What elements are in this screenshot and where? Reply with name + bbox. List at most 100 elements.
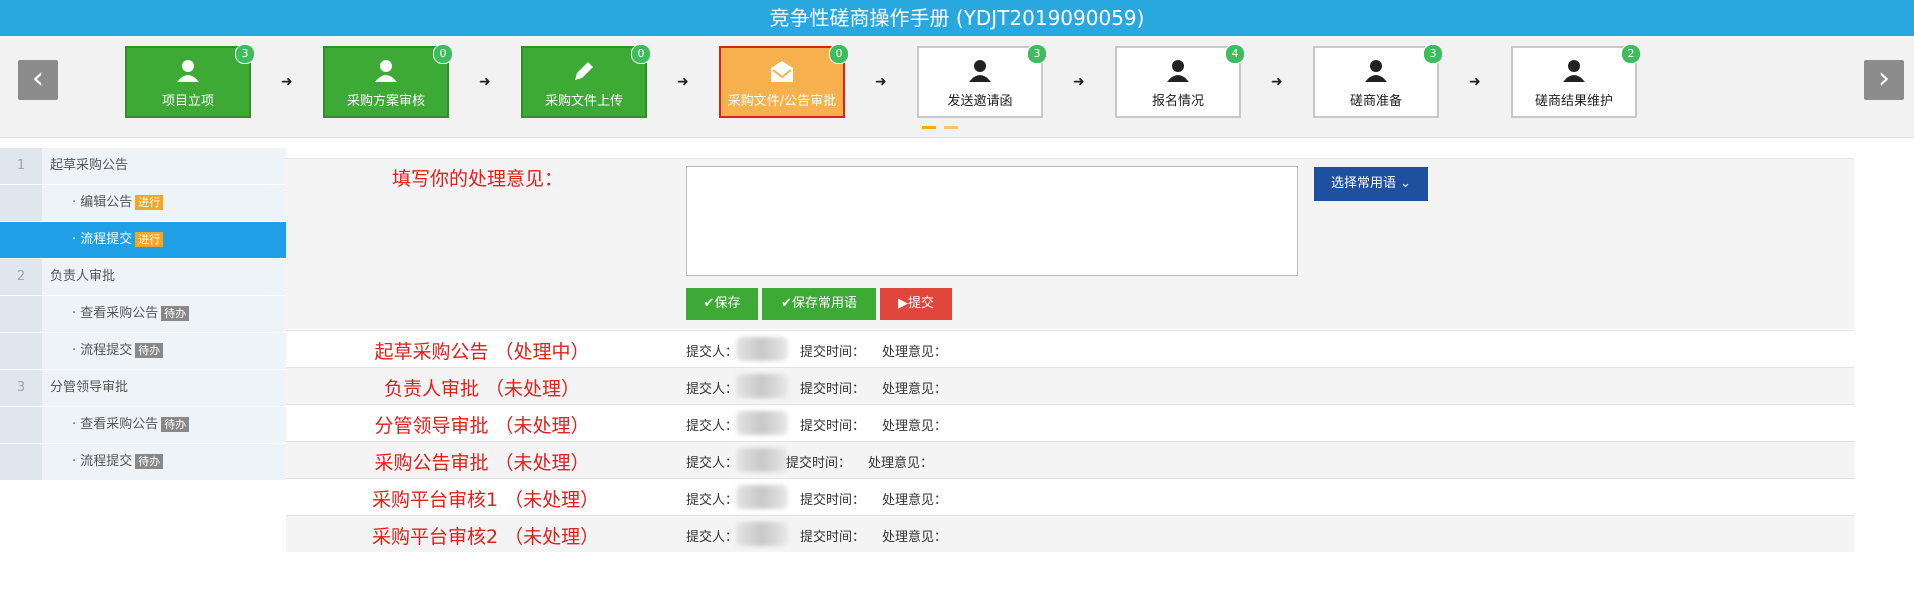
step-3[interactable]: 采购文件上传 0 — [521, 44, 651, 118]
sidebar-label: · 查看采购公告 — [72, 417, 159, 432]
step-label: 采购文件上传 — [544, 94, 623, 109]
step-arrow-icon: ➜ — [479, 74, 491, 90]
redacted-name — [736, 411, 788, 435]
sidebar-number — [0, 185, 42, 221]
step-4[interactable]: 采购文件/公告审批 0 — [719, 44, 849, 118]
record-row: 采购平台审核2 （未处理） 提交人： 提交时间： 处理意见： — [286, 515, 1854, 552]
sidebar-section[interactable]: 3 分管领导审批 — [0, 370, 286, 407]
sidebar-label: 起草采购公告 — [50, 158, 129, 173]
step-count-badge: 3 — [1027, 44, 1047, 64]
submitter-label: 提交人： — [686, 382, 739, 397]
sidebar-label: · 查看采购公告 — [72, 306, 159, 321]
save-button[interactable]: ✔保存 — [686, 288, 758, 320]
record-title: 采购平台审核2 （未处理） — [372, 526, 600, 548]
sidebar-number — [0, 407, 42, 443]
user-icon — [1165, 58, 1191, 84]
step-2[interactable]: 采购方案审核 0 — [323, 44, 453, 118]
step-count-badge: 4 — [1225, 44, 1245, 64]
redacted-name — [736, 448, 788, 472]
step-5[interactable]: 发送邀请函 3 — [917, 44, 1047, 118]
user-icon — [1561, 58, 1587, 84]
save-label: 保存 — [714, 296, 741, 311]
submitter-label: 提交人： — [686, 419, 739, 434]
sidebar-section[interactable]: 2 负责人审批 — [0, 259, 286, 296]
step-label: 采购文件/公告审批 — [727, 94, 837, 109]
submit-time-label: 提交时间： — [800, 382, 866, 397]
sidebar-number — [0, 444, 42, 480]
step-8[interactable]: 磋商结果维护 2 — [1511, 44, 1641, 118]
step-label: 报名情况 — [1151, 94, 1204, 109]
page-title: 竞争性磋商操作手册 (YDJT2019090059) — [0, 0, 1914, 36]
submit-button[interactable]: ▶提交 — [880, 288, 952, 320]
record-row: 采购公告审批 （未处理） 提交人： 提交时间： 处理意见： — [286, 441, 1854, 478]
user-icon — [1363, 58, 1389, 84]
sidebar-item[interactable]: · 查看采购公告 待办 — [0, 407, 286, 444]
redacted-name — [736, 374, 788, 398]
check-icon: ✔ — [781, 296, 792, 311]
pager-dot-active[interactable] — [922, 126, 936, 129]
step-count-badge: 0 — [829, 44, 849, 64]
status-badge: 待办 — [135, 454, 164, 469]
user-icon — [175, 58, 201, 84]
select-phrase-button[interactable]: 选择常用语 ⌄ — [1314, 167, 1428, 201]
status-badge: 进行 — [135, 232, 164, 247]
sidebar-number — [0, 296, 42, 332]
submitter-label: 提交人： — [686, 456, 739, 471]
sidebar-label: · 流程提交 — [72, 454, 133, 469]
step-arrow-icon: ➜ — [1073, 74, 1085, 90]
play-icon: ▶ — [897, 296, 908, 311]
sidebar-section[interactable]: 1 起草采购公告 — [0, 148, 286, 185]
sidebar-item[interactable]: · 流程提交 待办 — [0, 444, 286, 481]
submit-time-label: 提交时间： — [800, 530, 866, 545]
sidebar-number — [0, 333, 42, 369]
chevron-down-icon: ⌄ — [1400, 176, 1412, 191]
record-title: 采购公告审批 （未处理） — [374, 452, 590, 474]
step-count-badge: 0 — [631, 44, 651, 64]
sidebar-label: 负责人审批 — [50, 269, 116, 284]
redacted-name — [736, 337, 788, 361]
step-1[interactable]: 项目立项 3 — [125, 44, 255, 118]
record-title: 采购平台审核1 （未处理） — [372, 489, 600, 511]
pager-dot[interactable] — [944, 126, 958, 129]
redacted-name — [736, 485, 788, 509]
record-row: 采购平台审核1 （未处理） 提交人： 提交时间： 处理意见： — [286, 478, 1854, 515]
step-7[interactable]: 磋商准备 3 — [1313, 44, 1443, 118]
select-phrase-label: 选择常用语 — [1330, 176, 1396, 191]
step-arrow-icon: ➜ — [875, 74, 887, 90]
opinion-field-label: 处理意见： — [882, 419, 948, 434]
sidebar-item[interactable]: · 编辑公告 进行 — [0, 185, 286, 222]
next-arrow-button[interactable]: › — [1864, 60, 1904, 100]
user-icon — [967, 58, 993, 84]
check-icon: ✔ — [703, 296, 715, 311]
step-6[interactable]: 报名情况 4 — [1115, 44, 1245, 118]
user-icon — [373, 58, 399, 84]
sidebar-label: · 流程提交 — [72, 232, 133, 247]
opinion-label: 填写你的处理意见： — [392, 168, 564, 190]
status-badge: 待办 — [135, 343, 164, 358]
record-row: 起草采购公告 （处理中） 提交人： 提交时间： 处理意见： — [286, 330, 1854, 367]
opinion-textarea[interactable] — [686, 166, 1298, 276]
status-badge: 待办 — [161, 417, 190, 432]
save-phrase-label: 保存常用语 — [791, 296, 857, 311]
sidebar-number: 2 — [0, 259, 42, 295]
sidebar-number: 1 — [0, 148, 42, 184]
submitter-label: 提交人： — [686, 493, 739, 508]
record-row: 分管领导审批 （未处理） 提交人： 提交时间： 处理意见： — [286, 404, 1854, 441]
step-arrow-icon: ➜ — [1469, 74, 1481, 90]
sidebar-label: · 流程提交 — [72, 343, 133, 358]
sidebar-item[interactable]: · 流程提交 进行 — [0, 222, 286, 259]
step-arrow-icon: ➜ — [1271, 74, 1283, 90]
sidebar-label: 分管领导审批 — [50, 380, 129, 395]
save-phrase-button[interactable]: ✔保存常用语 — [762, 288, 876, 320]
record-row: 负责人审批 （未处理） 提交人： 提交时间： 处理意见： — [286, 367, 1854, 404]
submit-time-label: 提交时间： — [800, 345, 866, 360]
sidebar-item[interactable]: · 查看采购公告 待办 — [0, 296, 286, 333]
sidebar-number — [0, 222, 42, 258]
submit-time-label: 提交时间： — [786, 456, 852, 471]
sidebar-item[interactable]: · 流程提交 待办 — [0, 333, 286, 370]
step-count-badge: 3 — [1423, 44, 1443, 64]
opinion-field-label: 处理意见： — [882, 493, 948, 508]
prev-arrow-button[interactable]: ‹ — [18, 60, 58, 100]
submitter-label: 提交人： — [686, 345, 739, 360]
step-arrow-icon: ➜ — [677, 74, 689, 90]
